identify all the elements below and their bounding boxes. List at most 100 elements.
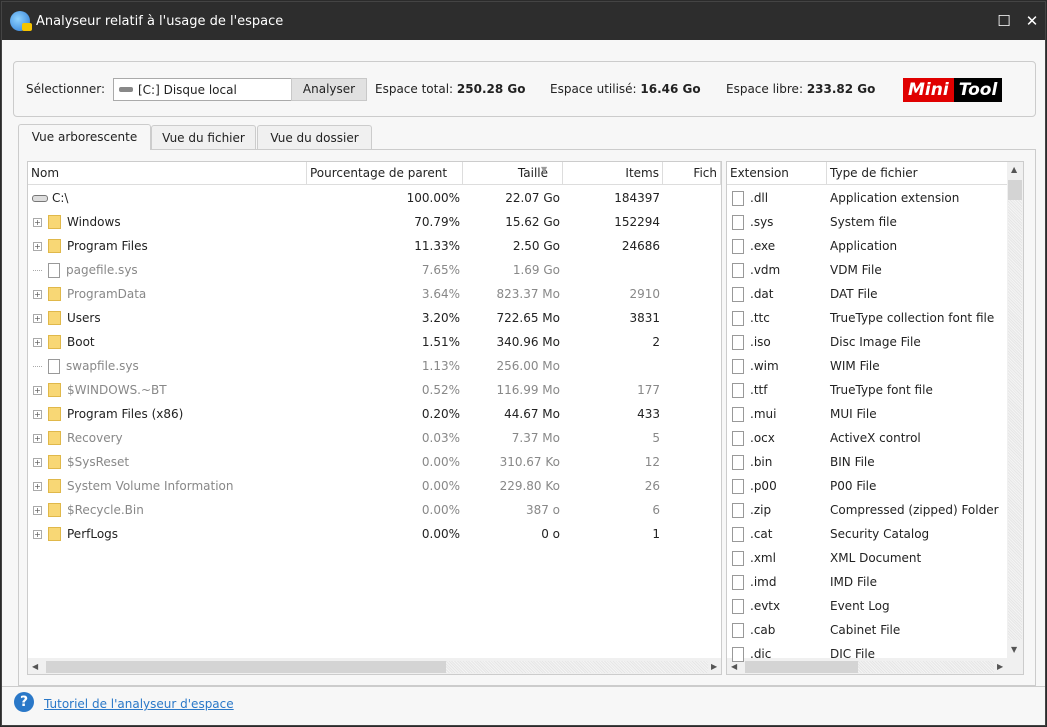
expand-icon[interactable]: + xyxy=(33,457,42,467)
tree-row[interactable]: + Program Files 11.33% 2.50 Go 24686 xyxy=(28,234,663,258)
tree-row[interactable]: + Boot 1.51% 340.96 Mo 2 xyxy=(28,330,663,354)
extension-name: .evtx xyxy=(750,599,781,613)
column-header-size[interactable]: Taille xyxy=(463,162,563,185)
extension-row[interactable]: .mui MUI File xyxy=(727,402,1009,426)
tree-row[interactable]: C:\ 100.00% 22.07 Go 184397 xyxy=(28,186,663,210)
tab-folder-view[interactable]: Vue du dossier xyxy=(257,125,372,150)
tab-tree-view[interactable]: Vue arborescente xyxy=(18,124,151,150)
name-cell: + System Volume Information xyxy=(28,479,307,493)
extension-row[interactable]: .exe Application xyxy=(727,234,1009,258)
file-type-cell: Cabinet File xyxy=(830,623,901,637)
extension-row[interactable]: .iso Disc Image File xyxy=(727,330,1009,354)
expand-icon[interactable]: + xyxy=(33,313,42,323)
expand-icon[interactable]: + xyxy=(33,505,42,515)
extension-list[interactable]: Extension Type de fichier ▲ ▼ ◀ ▶ .dll App… xyxy=(726,161,1024,675)
extension-row[interactable]: .imd IMD File xyxy=(727,570,1009,594)
extension-row[interactable]: .ttc TrueType collection font file xyxy=(727,306,1009,330)
file-type-cell: Security Catalog xyxy=(830,527,930,541)
scrollbar-thumb[interactable] xyxy=(46,661,446,673)
column-header-file-type[interactable]: Type de fichier xyxy=(827,162,1009,185)
extension-row[interactable]: .ttf TrueType font file xyxy=(727,378,1009,402)
extension-row[interactable]: .evtx Event Log xyxy=(727,594,1009,618)
expand-icon[interactable]: + xyxy=(33,409,42,419)
column-header-items[interactable]: Items xyxy=(563,162,663,185)
minitool-logo: Mini Tool xyxy=(903,78,1003,102)
column-header-files[interactable]: Fich xyxy=(663,162,721,185)
expand-icon[interactable]: + xyxy=(33,241,42,251)
name-cell: + Program Files (x86) xyxy=(28,407,307,421)
extension-name: .ocx xyxy=(750,431,775,445)
tree-row[interactable]: + $SysReset 0.00% 310.67 Ko 12 xyxy=(28,450,663,474)
tutorial-link[interactable]: Tutoriel de l'analyseur d'espace xyxy=(44,697,234,711)
items-cell: 177 xyxy=(637,383,660,397)
vscroll-thumb[interactable] xyxy=(1008,180,1022,200)
column-header-extension[interactable]: Extension xyxy=(727,162,827,185)
extension-row[interactable]: .dll Application extension xyxy=(727,186,1009,210)
column-header-name[interactable]: Nom xyxy=(28,162,307,185)
help-icon[interactable]: ? xyxy=(14,692,34,712)
expand-icon[interactable]: + xyxy=(33,385,42,395)
file-icon xyxy=(48,358,60,374)
scroll-up-icon[interactable]: ▲ xyxy=(1011,165,1017,174)
expand-icon[interactable]: + xyxy=(33,337,42,347)
extension-cell: .vdm xyxy=(727,262,827,278)
tree-row[interactable]: + $WINDOWS.~BT 0.52% 116.99 Mo 177 xyxy=(28,378,663,402)
maximize-button[interactable]: ☐ xyxy=(994,11,1014,31)
extension-row[interactable]: .cat Security Catalog xyxy=(727,522,1009,546)
drive-select[interactable]: [C:] Disque local ▼ xyxy=(113,78,301,101)
scrollbar-track[interactable] xyxy=(446,661,708,673)
close-button[interactable]: ✕ xyxy=(1022,11,1042,31)
extension-row[interactable]: .dic DIC File xyxy=(727,642,1009,666)
tree-row[interactable]: + System Volume Information 0.00% 229.80 Ko… xyxy=(28,474,663,498)
expand-icon[interactable]: + xyxy=(33,289,42,299)
extension-row[interactable]: .ocx ActiveX control xyxy=(727,426,1009,450)
extension-row[interactable]: .vdm VDM File xyxy=(727,258,1009,282)
scroll-left-icon[interactable]: ◀ xyxy=(32,662,38,671)
used-space-value: 16.46 Go xyxy=(640,82,701,96)
file-type-icon xyxy=(732,334,744,350)
tab-file-view[interactable]: Vue du fichier xyxy=(151,125,256,150)
extension-name: .dat xyxy=(750,287,774,301)
extension-row[interactable]: .p00 P00 File xyxy=(727,474,1009,498)
extension-row[interactable]: .wim WIM File xyxy=(727,354,1009,378)
tree-row[interactable]: + Recovery 0.03% 7.37 Mo 5 xyxy=(28,426,663,450)
column-header-percent[interactable]: Pourcentage de parent xyxy=(307,162,463,185)
used-space-label: Espace utilisé: xyxy=(550,82,637,96)
vscroll-track[interactable] xyxy=(1008,200,1022,640)
extension-row[interactable]: .dat DAT File xyxy=(727,282,1009,306)
tree-header: Nom Pourcentage de parent Taille Items Fich ▼ xyxy=(28,162,721,185)
tree-list[interactable]: Nom Pourcentage de parent Taille Items Fich ▼… xyxy=(27,161,722,675)
extension-row[interactable]: .cab Cabinet File xyxy=(727,618,1009,642)
tree-row[interactable]: + Windows 70.79% 15.62 Go 152294 xyxy=(28,210,663,234)
tree-row[interactable]: pagefile.sys 7.65% 1.69 Go xyxy=(28,258,663,282)
expand-icon[interactable]: + xyxy=(33,217,42,227)
tree-row[interactable]: swapfile.sys 1.13% 256.00 Mo xyxy=(28,354,663,378)
extension-row[interactable]: .bin BIN File xyxy=(727,450,1009,474)
extension-cell: .evtx xyxy=(727,598,827,614)
file-type-icon xyxy=(732,190,744,206)
file-type-cell: VDM File xyxy=(830,263,882,277)
folder-icon xyxy=(48,239,61,253)
item-name: Windows xyxy=(67,215,121,229)
tree-row[interactable]: + Users 3.20% 722.65 Mo 3831 xyxy=(28,306,663,330)
file-type-cell: TrueType collection font file xyxy=(830,311,995,325)
items-cell: 184397 xyxy=(614,191,660,205)
tree-row[interactable]: + $Recycle.Bin 0.00% 387 o 6 xyxy=(28,498,663,522)
scroll-down-icon[interactable]: ▼ xyxy=(1011,645,1017,654)
file-type-icon xyxy=(732,214,744,230)
folder-icon xyxy=(48,527,61,541)
expand-icon[interactable]: + xyxy=(33,481,42,491)
tree-horizontal-scrollbar[interactable]: ◀ ▶ xyxy=(28,658,721,674)
tree-row[interactable]: + ProgramData 3.64% 823.37 Mo 2910 xyxy=(28,282,663,306)
extension-row[interactable]: .sys System file xyxy=(727,210,1009,234)
tree-row[interactable]: + Program Files (x86) 0.20% 44.67 Mo 433 xyxy=(28,402,663,426)
expand-icon[interactable]: + xyxy=(33,433,42,443)
scroll-right-icon[interactable]: ▶ xyxy=(711,662,717,671)
expand-icon[interactable]: + xyxy=(33,529,42,539)
analyze-button[interactable]: Analyser xyxy=(291,78,367,101)
extension-row[interactable]: .xml XML Document xyxy=(727,546,1009,570)
tree-row[interactable]: + PerfLogs 0.00% 0 o 1 xyxy=(28,522,663,546)
extension-vertical-scrollbar[interactable]: ▲ ▼ xyxy=(1007,162,1023,658)
extension-row[interactable]: .zip Compressed (zipped) Folder xyxy=(727,498,1009,522)
name-cell: + $WINDOWS.~BT xyxy=(28,383,307,397)
